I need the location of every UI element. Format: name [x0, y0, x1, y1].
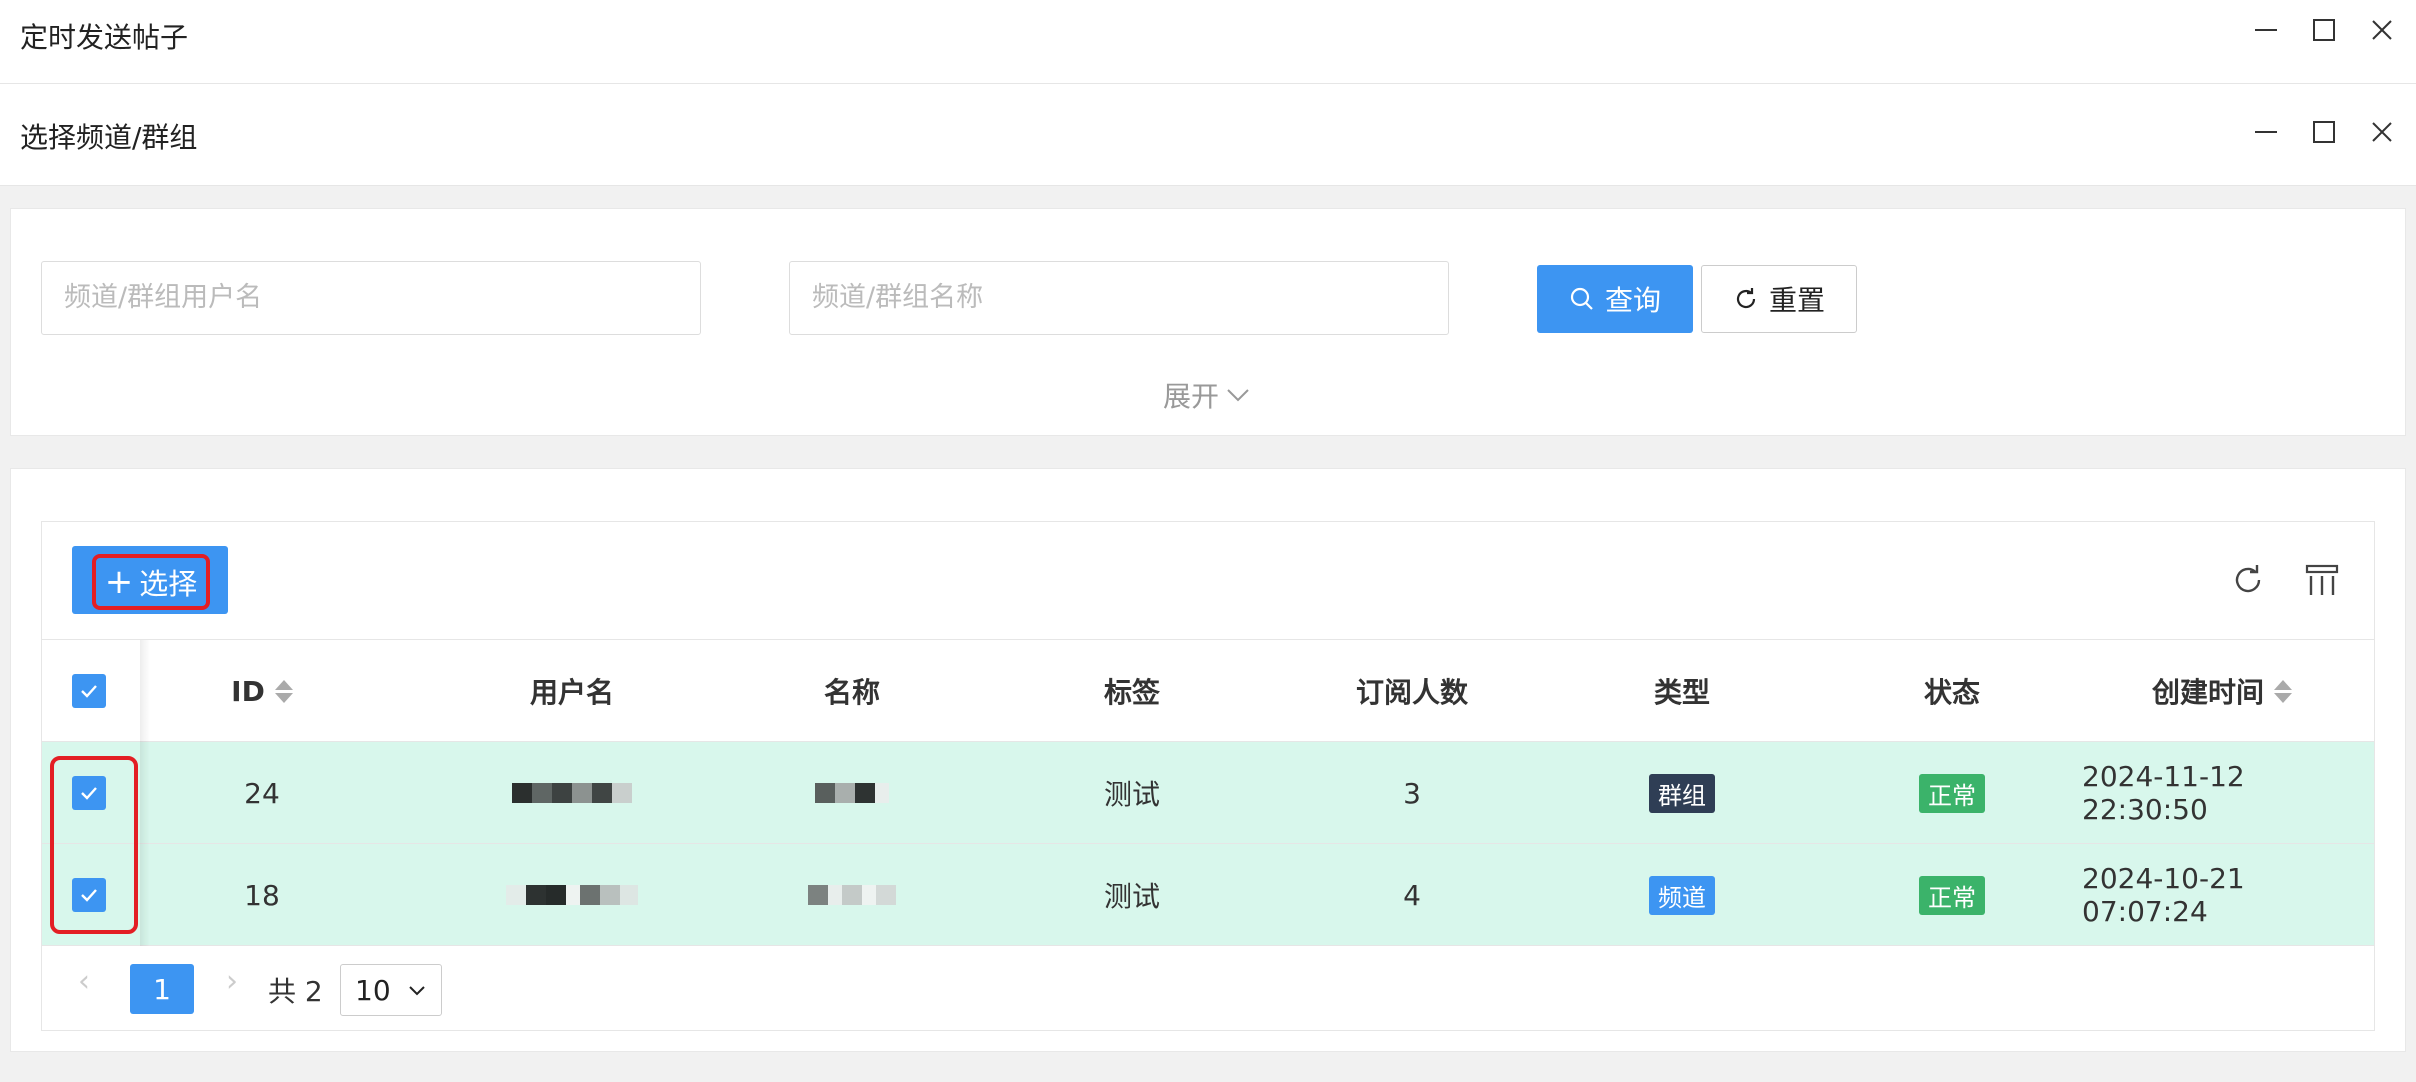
reset-button-label: 重置	[1768, 284, 1825, 317]
column-header-created-label: 创建时间	[2151, 676, 2264, 709]
minimize-icon[interactable]	[2252, 16, 2280, 44]
select-button-highlight: + 选择	[92, 554, 210, 610]
total-count: 共 2	[268, 975, 323, 1008]
cell-created: 2024-11-12 22:30:50	[2082, 760, 2245, 826]
refresh-icon[interactable]	[2230, 562, 2266, 598]
search-panel: 频道/群组用户名 频道/群组名称 查询 重置 展开	[10, 208, 2406, 436]
select-all-checkbox[interactable]	[72, 674, 106, 708]
column-header-id-label: ID	[231, 674, 265, 708]
chevron-down-icon	[409, 986, 425, 996]
query-button[interactable]: 查询	[1537, 265, 1693, 333]
cell-status: 正常	[1842, 742, 2062, 844]
cell-username-redacted	[452, 742, 692, 844]
maximize-icon[interactable]	[2310, 118, 2338, 146]
cell-tag: 测试	[1103, 880, 1160, 913]
cell-subscribers: 4	[1403, 878, 1421, 912]
column-header-created[interactable]: 创建时间	[2092, 640, 2352, 742]
table-tools	[2230, 562, 2340, 598]
outer-window-titlebar: 定时发送帖子	[0, 0, 2416, 84]
column-header-subscribers: 订阅人数	[1355, 676, 1468, 709]
table-container: + 选择 ID 用户名 名称 标签 订阅人数 类型 状态 创建时间 24 测试 …	[41, 521, 2375, 1031]
check-icon	[81, 685, 97, 698]
cell-subscribers: 3	[1403, 776, 1421, 810]
status-badge: 正常	[1919, 773, 1985, 813]
next-page-button[interactable]: ›	[226, 964, 238, 999]
maximize-icon[interactable]	[2310, 16, 2338, 44]
pixelated-redaction	[808, 885, 896, 905]
dialog-titlebar: 选择频道/群组	[0, 84, 2416, 186]
pixelated-redaction	[506, 885, 638, 905]
column-header-name: 名称	[823, 676, 880, 709]
query-button-label: 查询	[1604, 284, 1661, 317]
cell-status: 正常	[1842, 844, 2062, 946]
cell-type: 频道	[1572, 844, 1792, 946]
page-size-select[interactable]: 10	[340, 964, 442, 1016]
column-header-tag: 标签	[1103, 676, 1160, 709]
prev-page-button[interactable]: ‹	[78, 964, 90, 999]
chevron-down-icon	[1227, 389, 1249, 402]
cell-id: 24	[244, 776, 280, 810]
select-button-label: 选择	[139, 567, 198, 601]
column-header-username: 用户名	[529, 676, 614, 709]
type-badge: 频道	[1649, 875, 1715, 915]
column-header-status: 状态	[1923, 676, 1980, 709]
table-row[interactable]: 18 测试 4 频道 正常 2024-10-21 07:07:24	[42, 844, 2374, 946]
checkbox-highlight	[50, 756, 138, 934]
cell-username-redacted	[452, 844, 692, 946]
cell-tag: 测试	[1103, 778, 1160, 811]
table-header: ID 用户名 名称 标签 订阅人数 类型 状态 创建时间	[42, 640, 2374, 742]
minimize-icon[interactable]	[2252, 118, 2280, 146]
username-search-input[interactable]: 频道/群组用户名	[41, 261, 701, 335]
outer-window-controls	[2252, 16, 2396, 44]
reset-button[interactable]: 重置	[1701, 265, 1857, 333]
sort-icon[interactable]	[2274, 679, 2292, 703]
close-icon[interactable]	[2368, 16, 2396, 44]
plus-icon: +	[104, 562, 134, 602]
column-header-type: 类型	[1653, 676, 1710, 709]
status-badge: 正常	[1919, 875, 1985, 915]
fixed-column-shadow	[140, 640, 150, 946]
expand-toggle[interactable]: 展开	[1163, 375, 1251, 415]
cell-name-redacted	[742, 742, 962, 844]
dialog-title: 选择频道/群组	[20, 121, 198, 154]
refresh-icon	[1736, 288, 1756, 309]
select-button[interactable]: + 选择	[72, 546, 228, 614]
cell-type: 群组	[1572, 742, 1792, 844]
pixelated-redaction	[512, 783, 632, 803]
column-header-id[interactable]: ID	[192, 640, 332, 742]
type-badge: 群组	[1649, 773, 1715, 813]
pagination: ‹ 1 › 共 2 10	[42, 946, 2374, 1030]
cell-created: 2024-10-21 07:07:24	[2082, 862, 2245, 928]
outer-window-title: 定时发送帖子	[20, 21, 189, 54]
search-icon	[1570, 287, 1593, 310]
header-check-cell	[42, 640, 140, 741]
page-button-current[interactable]: 1	[130, 964, 194, 1014]
name-search-input[interactable]: 频道/群组名称	[789, 261, 1449, 335]
table-toolbar: + 选择	[42, 522, 2374, 640]
cell-id: 18	[244, 878, 280, 912]
close-icon[interactable]	[2368, 118, 2396, 146]
column-settings-icon[interactable]	[2304, 562, 2340, 598]
dialog-window-controls	[2252, 118, 2396, 146]
expand-label: 展开	[1163, 380, 1220, 413]
table-panel: + 选择 ID 用户名 名称 标签 订阅人数 类型 状态 创建时间 24 测试 …	[10, 468, 2406, 1052]
pixelated-redaction	[815, 783, 889, 803]
cell-name-redacted	[742, 844, 962, 946]
sort-icon[interactable]	[274, 679, 293, 703]
page-size-value: 10	[355, 973, 391, 1007]
table-row[interactable]: 24 测试 3 群组 正常 2024-11-12 22:30:50	[42, 742, 2374, 844]
